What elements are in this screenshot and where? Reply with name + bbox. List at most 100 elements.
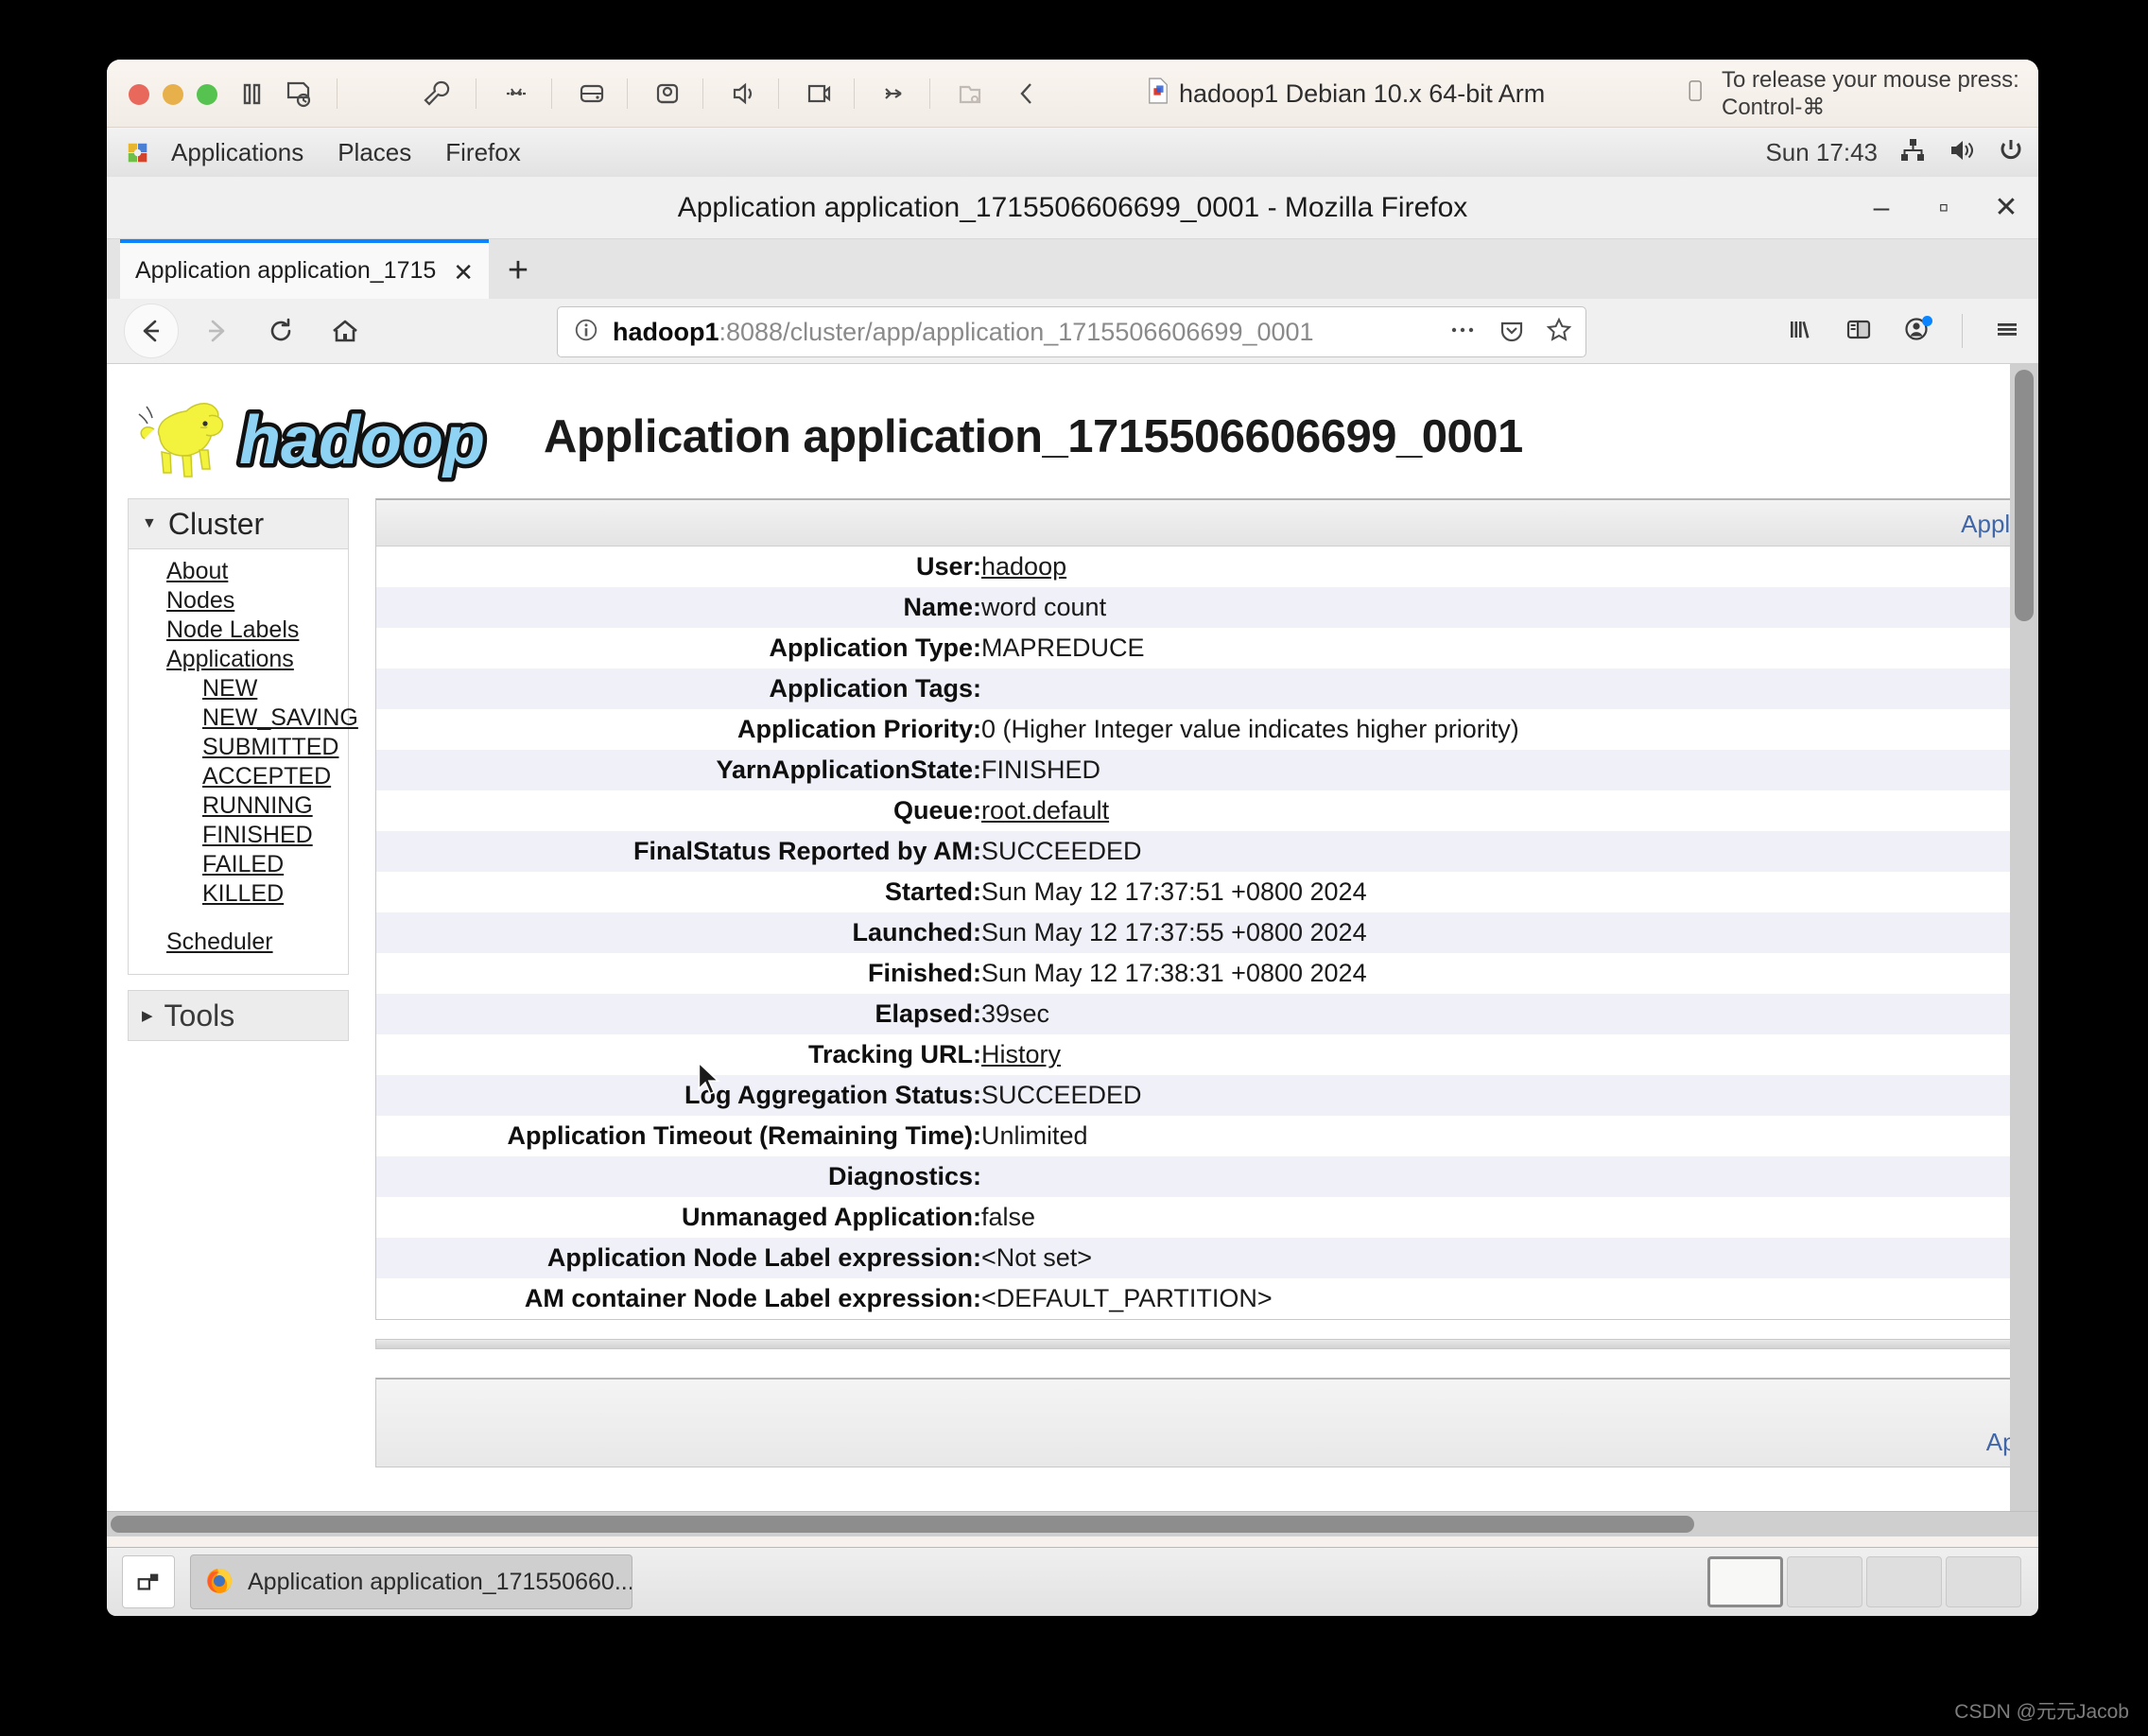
sidebar-item-submitted[interactable]: SUBMITTED	[129, 733, 348, 762]
reload-icon[interactable]	[254, 304, 307, 357]
applications-logo-icon[interactable]	[113, 141, 154, 165]
sidebar-item-killed[interactable]: KILLED	[129, 879, 348, 909]
row-key: Elapsed:	[875, 999, 981, 1028]
sidebar-icon[interactable]	[1845, 315, 1873, 348]
new-tab-button[interactable]: +	[489, 243, 547, 299]
close-window-button[interactable]	[129, 84, 149, 105]
snapshot-icon[interactable]	[282, 77, 316, 111]
row-key: Application Type:	[769, 634, 981, 662]
volume-icon[interactable]	[1948, 136, 1976, 169]
browser-tab[interactable]: Application application_17155 ✕	[120, 239, 489, 299]
row-key: Finished:	[868, 959, 981, 987]
back-arrow-icon[interactable]	[124, 304, 179, 358]
hadoop-logo[interactable]: hadoop hadoop	[128, 388, 525, 487]
workspace-4[interactable]	[1946, 1556, 2021, 1607]
sidebar-item-new-saving[interactable]: NEW_SAVING	[129, 703, 358, 733]
sidebar-item-about[interactable]: About	[129, 557, 348, 586]
tools-nav-block[interactable]: ▶ Tools	[128, 990, 349, 1041]
horizontal-scrollbar-thumb[interactable]	[111, 1516, 1694, 1533]
sidebar-item-new[interactable]: NEW	[129, 674, 348, 703]
url-actions	[1449, 307, 1572, 356]
sidebar-item-running[interactable]: RUNNING	[129, 791, 348, 821]
vm-window: hadoop1 Debian 10.x 64-bit Arm To releas…	[107, 60, 2038, 1616]
row-key: Name:	[903, 593, 981, 621]
vertical-scrollbar-thumb[interactable]	[2015, 370, 2034, 621]
table-row: YarnApplicationState: FINISHED	[376, 750, 2037, 790]
tools-icon[interactable]	[419, 77, 453, 111]
user-link[interactable]: hadoop	[981, 552, 1066, 581]
harddisk-icon[interactable]	[575, 77, 609, 111]
sidebar-item-nodes[interactable]: Nodes	[129, 586, 348, 616]
cluster-nav-header[interactable]: ▼ Cluster	[129, 499, 348, 549]
table-row: Log Aggregation Status: SUCCEEDED	[376, 1075, 2037, 1116]
network-icon[interactable]	[499, 77, 533, 111]
table-footer-bar	[375, 1339, 2038, 1349]
row-value: word count	[981, 593, 1107, 621]
row-key: User:	[915, 552, 981, 581]
row-value: hadoop	[981, 547, 2037, 587]
account-icon[interactable]	[1903, 315, 1932, 348]
page-title: Application application_1715506606699_00…	[544, 411, 1523, 462]
sidebar-item-failed[interactable]: FAILED	[129, 850, 348, 879]
page-vertical-scrollbar[interactable]	[2010, 364, 2038, 1536]
site-info-icon[interactable]	[573, 317, 599, 348]
pause-icon[interactable]	[234, 77, 268, 111]
vm-release-hint: To release your mouse press: Control-⌘	[1686, 67, 2038, 120]
account-notification-dot	[1922, 315, 1932, 326]
sidebar-item-scheduler[interactable]: Scheduler	[129, 928, 348, 957]
pocket-icon[interactable]	[1498, 317, 1525, 348]
camera-icon[interactable]	[802, 77, 836, 111]
minimize-button[interactable]: –	[1868, 193, 1895, 222]
row-key: YarnApplicationState:	[716, 755, 981, 784]
table-row: Finished: Sun May 12 17:38:31 +0800 2024	[376, 953, 2037, 994]
gnome-menu-places[interactable]: Places	[320, 134, 428, 171]
queue-link[interactable]: root.default	[981, 796, 1109, 825]
sidebar-item-applications[interactable]: Applications	[129, 645, 348, 674]
gnome-menu-firefox[interactable]: Firefox	[428, 134, 537, 171]
table-row: FinalStatus Reported by AM: SUCCEEDED	[376, 831, 2037, 872]
vm-titlebar: hadoop1 Debian 10.x 64-bit Arm To releas…	[107, 60, 2038, 128]
close-tab-icon[interactable]: ✕	[453, 258, 474, 287]
row-value	[981, 668, 2037, 709]
url-text[interactable]: hadoop1:8088/cluster/app/application_171…	[613, 318, 1314, 347]
library-icon[interactable]	[1786, 315, 1814, 348]
row-key: Application Timeout (Remaining Time):	[507, 1121, 981, 1150]
printer-icon[interactable]	[650, 77, 684, 111]
usb-icon[interactable]	[877, 77, 911, 111]
network-icon[interactable]	[1898, 136, 1927, 169]
sound-icon[interactable]	[726, 77, 760, 111]
vm-release-text: To release your mouse press: Control-⌘	[1722, 66, 2019, 120]
close-button[interactable]: ✕	[1993, 193, 2019, 222]
firefox-window-title: Application application_1715506606699_00…	[677, 192, 1468, 223]
watermark: CSDN @元元Jacob	[1954, 1701, 2129, 1723]
minimize-window-button[interactable]	[163, 84, 183, 105]
row-value: Unlimited	[981, 1121, 1088, 1150]
maximize-button[interactable]: ▫	[1931, 193, 1957, 222]
show-desktop-icon[interactable]	[122, 1555, 175, 1608]
sidebar-item-accepted[interactable]: ACCEPTED	[129, 762, 348, 791]
workspace-1[interactable]	[1707, 1556, 1783, 1607]
maximize-window-button[interactable]	[197, 84, 217, 105]
page-horizontal-scrollbar[interactable]	[107, 1511, 2038, 1536]
home-icon[interactable]	[319, 304, 372, 357]
workspace-3[interactable]	[1866, 1556, 1942, 1607]
tracking-url-link[interactable]: History	[981, 1040, 1061, 1068]
sidebar-item-node-labels[interactable]: Node Labels	[129, 616, 348, 645]
content-row: ▼ Cluster About Nodes Node Labels Applic…	[107, 498, 2038, 1467]
gnome-clock[interactable]: Sun 17:43	[1765, 138, 1878, 167]
gnome-menu-applications[interactable]: Applications	[154, 134, 320, 171]
application-detail-table: User: hadoop Name: word count Applicatio…	[376, 547, 2037, 1319]
row-key: Queue:	[892, 796, 981, 825]
bookmark-star-icon[interactable]	[1546, 317, 1572, 348]
url-bar[interactable]: hadoop1:8088/cluster/app/application_171…	[557, 306, 1586, 357]
page-actions-icon[interactable]	[1449, 323, 1478, 340]
power-icon[interactable]	[1997, 136, 2025, 169]
workspace-2[interactable]	[1787, 1556, 1862, 1607]
hamburger-menu-icon[interactable]	[1993, 315, 2021, 348]
gnome-tray: Sun 17:43	[1765, 128, 2025, 178]
taskbar-window-firefox[interactable]: Application application_171550660...	[190, 1554, 632, 1609]
collapse-icon[interactable]	[1010, 77, 1044, 111]
sidebar-item-finished[interactable]: FINISHED	[129, 821, 348, 850]
row-key: Tracking URL:	[807, 1040, 981, 1068]
